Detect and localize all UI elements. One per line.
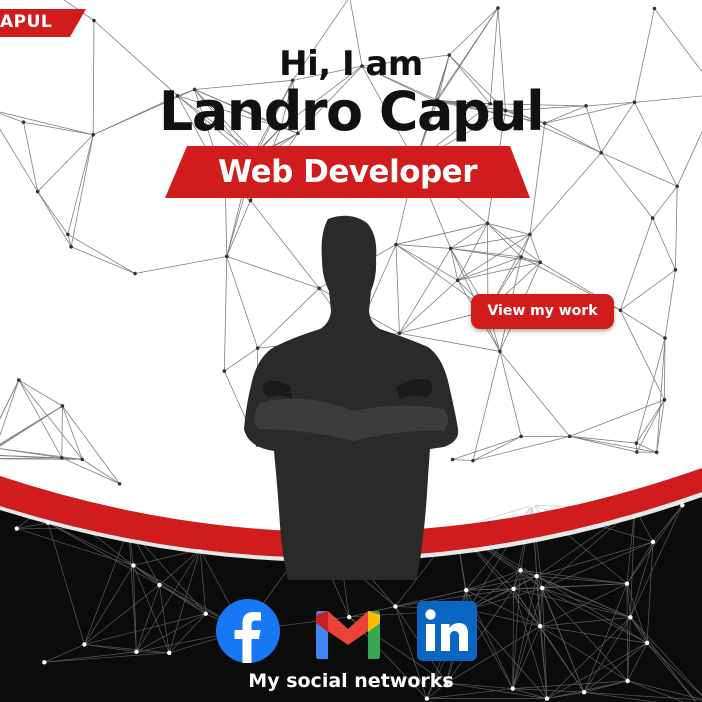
- portfolio-banner: APUL Hi, I am Landro Capul Web Developer…: [0, 0, 702, 702]
- gmail-icon: [316, 611, 380, 659]
- social-networks-caption: My social networks: [248, 670, 454, 692]
- linkedin-icon: [417, 601, 477, 661]
- corner-tag-text: APUL: [0, 12, 53, 32]
- linkedin-link[interactable]: [415, 599, 479, 663]
- role-banner: Web Developer: [165, 146, 530, 198]
- person-name: Landro Capul: [158, 80, 545, 143]
- person-silhouette-image: [244, 215, 459, 580]
- facebook-icon: [216, 599, 280, 663]
- view-my-work-button[interactable]: View my work: [471, 294, 614, 329]
- greeting-text: Hi, I am: [279, 44, 423, 84]
- gmail-link[interactable]: [316, 599, 380, 663]
- corner-name-tag: APUL: [0, 9, 86, 37]
- role-title: Web Developer: [217, 154, 478, 190]
- facebook-link[interactable]: [216, 599, 280, 663]
